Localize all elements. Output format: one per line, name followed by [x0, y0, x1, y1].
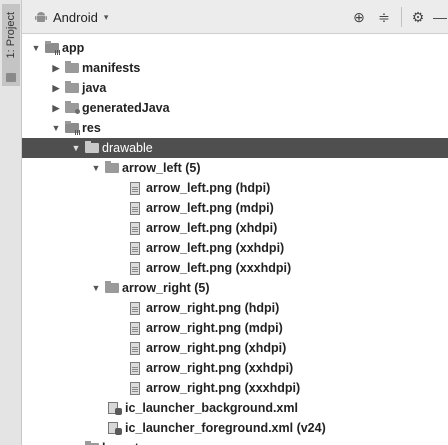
tree-file-arrow-right-xxxhdpi[interactable]: arrow_right.png (xxxhdpi) [22, 378, 448, 398]
node-label: arrow_right.png (xxhdpi) [146, 361, 294, 375]
collapsed-arrow-icon[interactable]: ▶ [50, 103, 62, 114]
image-file-icon [130, 261, 140, 275]
tree-node-layout[interactable]: ▶ layout [22, 438, 448, 445]
toolbar-divider [401, 7, 402, 27]
project-tree: ▼ app ▶ manifests ▶ java ▶ generatedJava… [22, 34, 448, 445]
image-file-icon [130, 241, 140, 255]
node-label: manifests [82, 61, 141, 75]
tree-file-arrow-right-mdpi[interactable]: arrow_right.png (mdpi) [22, 318, 448, 338]
xml-file-icon [108, 401, 122, 415]
expanded-arrow-icon[interactable]: ▼ [30, 43, 42, 53]
folder-icon [65, 81, 79, 93]
node-label: java [82, 81, 107, 95]
tree-file-arrow-left-xxhdpi[interactable]: arrow_left.png (xxhdpi) [22, 238, 448, 258]
expanded-arrow-icon[interactable]: ▼ [70, 143, 82, 153]
tree-file-arrow-right-xhdpi[interactable]: arrow_right.png (xhdpi) [22, 338, 448, 358]
resources-folder-icon [65, 121, 81, 135]
folder-icon [65, 61, 79, 73]
node-label: arrow_left.png (mdpi) [146, 201, 274, 215]
node-label: arrow_right.png (hdpi) [146, 301, 280, 315]
folder-icon [105, 281, 119, 293]
node-label: drawable [102, 141, 153, 155]
node-label: layout [102, 441, 139, 445]
tree-file-ic-launcher-background[interactable]: ic_launcher_background.xml [22, 398, 448, 418]
node-label: arrow_right.png (xxxhdpi) [146, 381, 301, 395]
folder-icon [85, 141, 99, 153]
tree-node-app[interactable]: ▼ app [22, 38, 448, 58]
node-label: res [82, 121, 101, 135]
node-label: arrow_left.png (hdpi) [146, 181, 271, 195]
node-label: app [62, 41, 85, 55]
tree-file-arrow-left-hdpi[interactable]: arrow_left.png (hdpi) [22, 178, 448, 198]
node-label: arrow_left.png (xhdpi) [146, 221, 278, 235]
module-folder-icon [45, 41, 61, 55]
image-file-icon [130, 321, 140, 335]
scroll-from-source-icon[interactable]: ⊕ [350, 8, 368, 26]
tree-node-java[interactable]: ▶ java [22, 78, 448, 98]
tree-file-arrow-right-hdpi[interactable]: arrow_right.png (hdpi) [22, 298, 448, 318]
project-toolbar: Android ▾ ⊕ ≑ ⚙ — [22, 0, 448, 34]
collapse-all-icon[interactable]: ≑ [375, 8, 393, 26]
collapsed-arrow-icon[interactable]: ▶ [50, 83, 62, 94]
tree-node-arrow-right[interactable]: ▼ arrow_right (5) [22, 278, 448, 298]
tool-window-strip: 1: Project [0, 0, 22, 445]
expanded-arrow-icon[interactable]: ▼ [90, 283, 102, 293]
node-label: arrow_right.png (xhdpi) [146, 341, 287, 355]
tree-file-arrow-left-xxxhdpi[interactable]: arrow_left.png (xxxhdpi) [22, 258, 448, 278]
image-file-icon [130, 221, 140, 235]
tree-file-arrow-left-xhdpi[interactable]: arrow_left.png (xhdpi) [22, 218, 448, 238]
node-label: arrow_right.png (mdpi) [146, 321, 283, 335]
tree-file-arrow-left-mdpi[interactable]: arrow_left.png (mdpi) [22, 198, 448, 218]
tree-node-arrow-left[interactable]: ▼ arrow_left (5) [22, 158, 448, 178]
project-tool-tab[interactable]: 1: Project [2, 4, 20, 86]
tree-node-drawable[interactable]: ▼ drawable [22, 138, 448, 158]
tree-file-arrow-right-xxhdpi[interactable]: arrow_right.png (xxhdpi) [22, 358, 448, 378]
node-label: arrow_right (5) [122, 281, 210, 295]
expanded-arrow-icon[interactable]: ▼ [90, 163, 102, 173]
hide-icon[interactable]: — [431, 8, 448, 26]
tree-node-manifests[interactable]: ▶ manifests [22, 58, 448, 78]
node-label: generatedJava [82, 101, 170, 115]
node-label: ic_launcher_background.xml [125, 401, 298, 415]
node-label: arrow_left.png (xxhdpi) [146, 241, 285, 255]
collapsed-arrow-icon[interactable]: ▶ [50, 63, 62, 74]
node-label: arrow_left.png (xxxhdpi) [146, 261, 292, 275]
image-file-icon [130, 181, 140, 195]
view-mode-label: Android [53, 9, 98, 25]
tree-node-generatedjava[interactable]: ▶ generatedJava [22, 98, 448, 118]
xml-file-icon [108, 421, 122, 435]
image-file-icon [130, 301, 140, 315]
image-file-icon [130, 381, 140, 395]
folder-icon [105, 161, 119, 173]
android-icon [35, 12, 47, 22]
node-label: ic_launcher_foreground.xml (v24) [125, 421, 326, 435]
project-tab-label: 1: Project [5, 12, 17, 59]
generated-folder-icon [65, 101, 80, 114]
image-file-icon [130, 361, 140, 375]
tree-node-res[interactable]: ▼ res [22, 118, 448, 138]
image-file-icon [130, 341, 140, 355]
expanded-arrow-icon[interactable]: ▼ [50, 123, 62, 133]
gear-icon[interactable]: ⚙ [409, 8, 427, 26]
view-mode-dropdown[interactable]: Android ▾ [34, 9, 108, 25]
node-label: arrow_left (5) [122, 161, 201, 175]
chevron-down-icon: ▾ [103, 11, 109, 22]
tree-file-ic-launcher-foreground[interactable]: ic_launcher_foreground.xml (v24) [22, 418, 448, 438]
image-file-icon [130, 201, 140, 215]
project-folder-icon [6, 73, 16, 82]
